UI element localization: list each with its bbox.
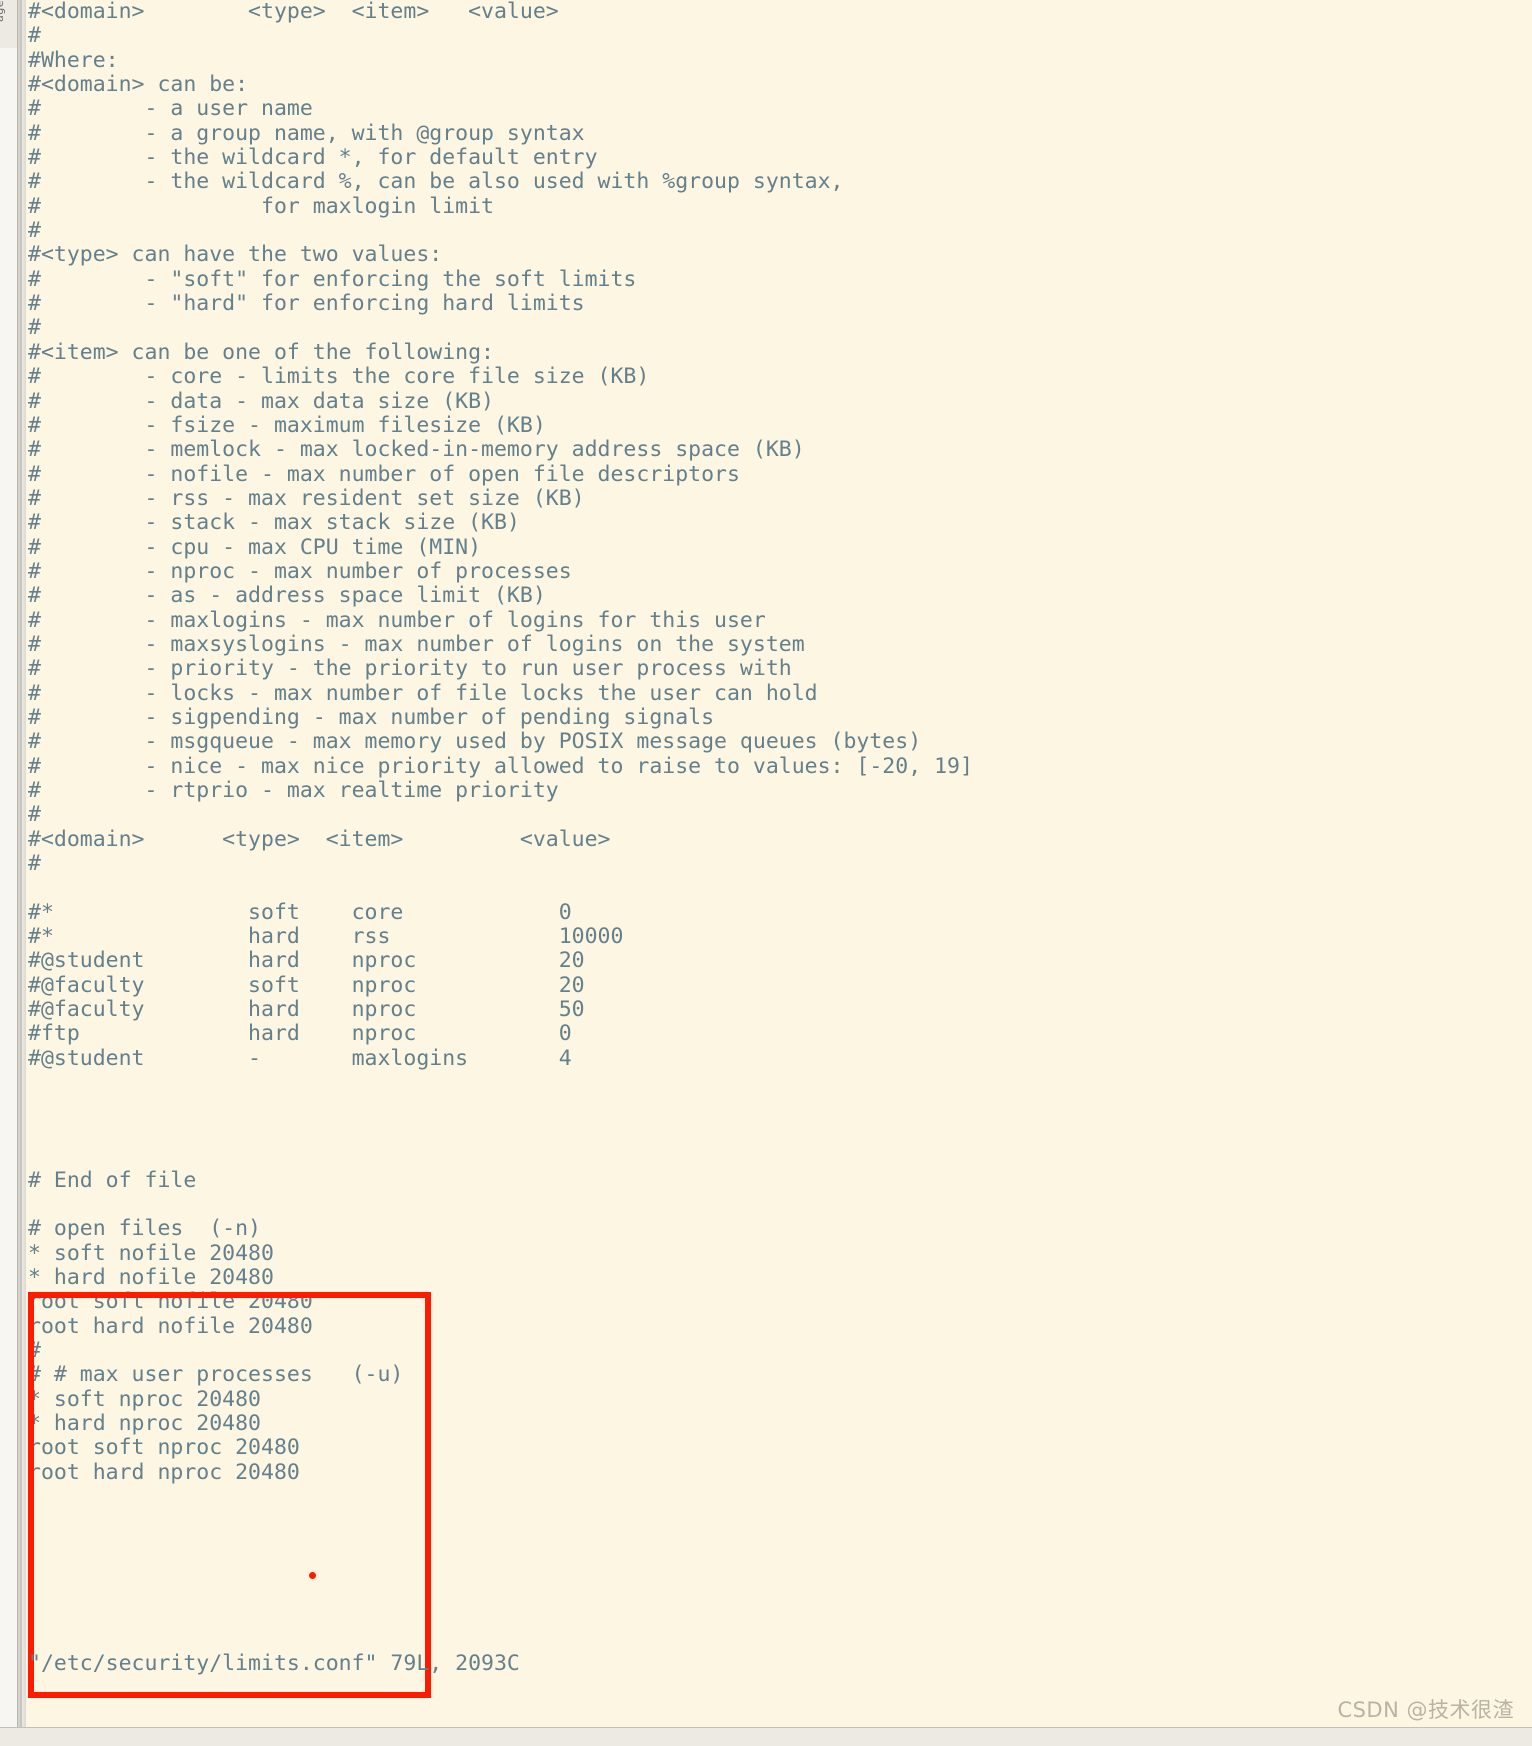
file-content-text: #<domain> <type> <item> <value> # #Where…	[28, 0, 973, 1485]
application-frame: ager #<domain> <type> <item> <value> # #…	[0, 0, 1532, 1746]
side-tab-strip[interactable]: ager	[0, 0, 18, 49]
red-dot-marker	[309, 1572, 316, 1579]
left-gutter	[0, 48, 18, 1745]
vim-status-line: "/etc/security/limits.conf" 79L, 2093C	[28, 1651, 520, 1676]
csdn-watermark: CSDN @技术很渣	[1337, 1698, 1514, 1722]
side-tab-label: ager	[0, 0, 6, 22]
vim-editor-pane[interactable]: #<domain> <type> <item> <value> # #Where…	[26, 0, 1532, 1727]
vertical-scrollbar[interactable]	[18, 0, 26, 1727]
bottom-bar	[0, 1727, 1532, 1746]
